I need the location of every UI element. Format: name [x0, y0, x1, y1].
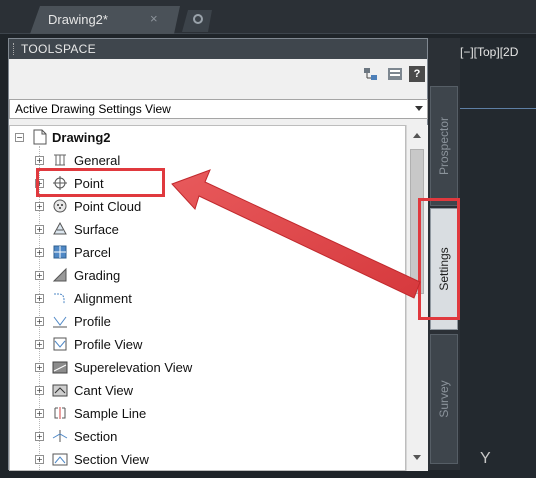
- document-tab[interactable]: Drawing2* ×: [30, 6, 180, 34]
- expand-icon[interactable]: +: [35, 156, 44, 165]
- tree-item-point-cloud[interactable]: + Point Cloud: [10, 195, 405, 218]
- tree-item-superelevation-view[interactable]: + Superelevation View: [10, 356, 405, 379]
- viewport-controls[interactable]: [−][Top][2D: [460, 45, 518, 59]
- toolspace-panel: TOOLSPACE ? Active Drawing Settings View: [8, 38, 428, 471]
- tree-item-label: Point Cloud: [74, 199, 142, 214]
- tree-item-profile-view[interactable]: + Profile View: [10, 333, 405, 356]
- drawing-viewport[interactable]: [−][Top][2D Y: [460, 38, 536, 478]
- tree-item-label: Superelevation View: [74, 360, 193, 375]
- tab-prospector-label: Prospector: [437, 116, 451, 176]
- parcel-icon: [53, 245, 67, 259]
- profile-icon: [53, 316, 67, 328]
- tree-item-alignment[interactable]: + Alignment: [10, 287, 405, 310]
- tree-item-label: Grading: [74, 268, 121, 283]
- expand-icon[interactable]: +: [35, 455, 44, 464]
- scroll-down-icon[interactable]: [413, 455, 421, 460]
- point-highlight-box: [36, 168, 165, 197]
- new-tab-button[interactable]: [182, 10, 212, 32]
- toggle-item-view-button[interactable]: [363, 66, 379, 82]
- expand-icon[interactable]: +: [35, 386, 44, 395]
- list-view-icon: [388, 68, 402, 80]
- sample-line-icon: [54, 407, 66, 419]
- tree-item-label: Profile View: [74, 337, 143, 352]
- tree-item-label: Section: [74, 429, 118, 444]
- tree-item-label: Sample Line: [74, 406, 147, 421]
- tree-item-sample-line[interactable]: + Sample Line: [10, 402, 405, 425]
- tree-item-parcel[interactable]: + Parcel: [10, 241, 405, 264]
- document-tab-bar: Drawing2* ×: [0, 0, 536, 34]
- tab-survey-label: Survey: [437, 380, 451, 418]
- tree-root[interactable]: − Drawing2: [10, 126, 405, 149]
- tree-item-surface[interactable]: + Surface: [10, 218, 405, 241]
- tree-item-label: Profile: [74, 314, 111, 329]
- close-icon[interactable]: ×: [150, 11, 158, 26]
- tree-item-section-view[interactable]: + Section View: [10, 448, 405, 470]
- tree-item-label: Parcel: [74, 245, 111, 260]
- expand-icon[interactable]: +: [35, 340, 44, 349]
- tree-item-label: Surface: [74, 222, 119, 237]
- view-selector-dropdown[interactable]: Active Drawing Settings View: [9, 99, 428, 119]
- tree-item-section[interactable]: + Section: [10, 425, 405, 448]
- viewport-geometry-line: [460, 108, 536, 109]
- tree-item-label: Cant View: [74, 383, 134, 398]
- section-view-icon: [52, 453, 68, 466]
- help-button[interactable]: ?: [409, 66, 425, 82]
- expand-icon[interactable]: +: [35, 363, 44, 372]
- grip-icon[interactable]: [13, 43, 15, 55]
- ucs-y-axis-icon: Y: [480, 450, 491, 467]
- toolspace-toolbar: ?: [9, 59, 427, 89]
- general-icon: [54, 154, 66, 166]
- surface-icon: [53, 221, 67, 235]
- expand-icon[interactable]: +: [35, 248, 44, 257]
- expand-icon[interactable]: +: [35, 271, 44, 280]
- tree-item-grading[interactable]: + Grading: [10, 264, 405, 287]
- point-cloud-icon: [53, 199, 67, 213]
- tree-item-profile[interactable]: + Profile: [10, 310, 405, 333]
- list-view-button[interactable]: [387, 66, 403, 82]
- expand-icon[interactable]: +: [35, 317, 44, 326]
- tree-item-label: General: [74, 153, 121, 168]
- tab-survey[interactable]: Survey: [430, 334, 458, 464]
- profile-view-icon: [53, 337, 67, 351]
- item-view-icon: [364, 68, 377, 80]
- chevron-down-icon: [415, 106, 423, 111]
- plus-icon: [193, 14, 203, 24]
- section-icon: [52, 430, 68, 442]
- expand-icon[interactable]: +: [35, 294, 44, 303]
- expand-icon[interactable]: +: [35, 202, 44, 211]
- expand-icon[interactable]: +: [35, 432, 44, 441]
- scroll-up-icon[interactable]: [413, 133, 421, 138]
- expand-icon[interactable]: +: [35, 225, 44, 234]
- grading-icon: [52, 267, 67, 282]
- document-tab-label: Drawing2*: [48, 12, 108, 27]
- tree-item-cant-view[interactable]: + Cant View: [10, 379, 405, 402]
- view-selector-value: Active Drawing Settings View: [15, 102, 171, 116]
- superelevation-view-icon: [52, 361, 68, 374]
- toolspace-title[interactable]: TOOLSPACE: [9, 39, 427, 59]
- tree-item-label: Section View: [74, 452, 149, 467]
- cant-view-icon: [52, 384, 68, 397]
- expand-icon[interactable]: +: [35, 409, 44, 418]
- tree-item-label: Alignment: [74, 291, 132, 306]
- tree-root-label: Drawing2: [52, 130, 111, 145]
- collapse-icon[interactable]: −: [15, 133, 24, 142]
- alignment-icon: [54, 293, 65, 304]
- tab-prospector[interactable]: Prospector: [430, 86, 458, 206]
- settings-tab-highlight-box: [418, 198, 460, 320]
- drawing-icon: [33, 129, 47, 145]
